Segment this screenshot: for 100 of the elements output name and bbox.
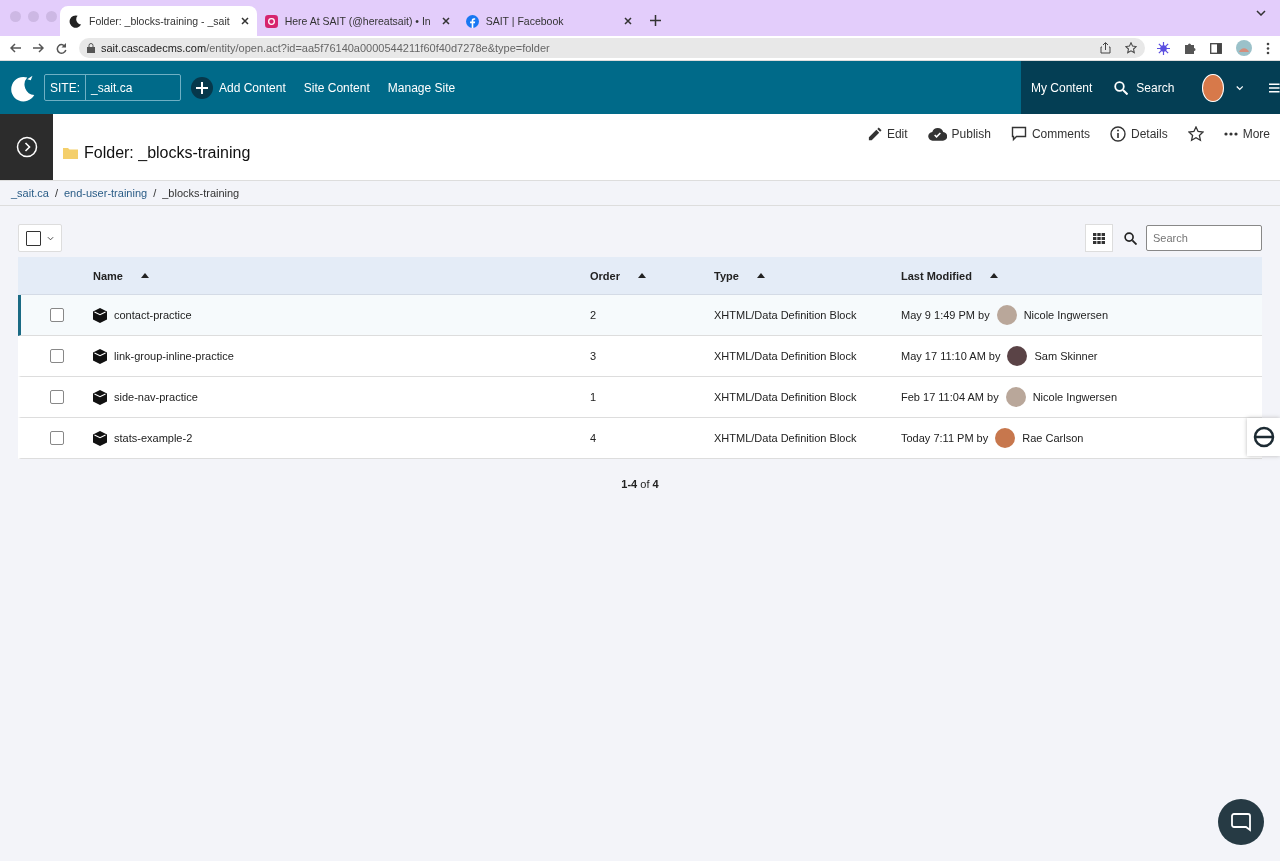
sort-arrow-icon[interactable] <box>989 273 998 278</box>
item-name[interactable]: side-nav-practice <box>114 391 198 403</box>
column-header[interactable]: Order <box>590 269 620 282</box>
table-cell-text: XHTML/Data Definition Block <box>714 350 858 362</box>
column-header[interactable]: Name <box>93 269 123 282</box>
back-icon[interactable] <box>10 43 21 53</box>
profile-avatar-icon[interactable] <box>1236 40 1252 56</box>
close-tab-icon[interactable] <box>240 17 249 25</box>
item-name[interactable]: stats-example-2 <box>114 432 193 444</box>
search-icon <box>1114 80 1129 95</box>
table-row[interactable]: side-nav-practice 1 XHTML/Data Definition Block Feb 17 11:04 AM by Nicole Ingwersen <box>18 377 1262 418</box>
browser-tab[interactable]: Folder: _blocks-training - _sait <box>60 6 257 36</box>
grid-view-button[interactable] <box>1085 224 1113 252</box>
plus-icon <box>196 81 208 94</box>
sun-icon[interactable] <box>1157 41 1170 55</box>
column-header[interactable]: Type <box>714 269 739 282</box>
close-tab-icon[interactable] <box>441 17 450 25</box>
modified-date: May 17 11:10 AM by <box>901 350 1001 362</box>
edit-action[interactable]: Edit <box>866 126 908 142</box>
breadcrumb-link[interactable]: end-user-training <box>64 187 148 199</box>
publish-action[interactable]: Publish <box>927 126 991 142</box>
page-title: Folder: _blocks-training <box>84 144 251 162</box>
star-icon[interactable] <box>1125 42 1137 54</box>
kebab-menu-icon[interactable] <box>1266 41 1270 55</box>
close-tab-icon[interactable] <box>623 17 632 25</box>
reload-icon[interactable] <box>56 42 67 54</box>
more-action[interactable]: More <box>1223 126 1270 142</box>
chat-icon <box>1231 812 1251 832</box>
breadcrumb-separator: / <box>54 187 58 199</box>
address-bar[interactable]: sait.cascadecms.com/entity/open.act?id=aa5f76140a0000544211f60f40d7278e&type=folder <box>79 38 1145 58</box>
side-widget[interactable] <box>1247 418 1280 456</box>
user-name: Nicole Ingwersen <box>1032 391 1117 403</box>
site-selector[interactable]: SITE: _sait.ca <box>44 74 181 101</box>
modified-date: May 9 1:49 PM by <box>901 309 990 321</box>
row-checkbox[interactable] <box>50 431 64 445</box>
item-name[interactable]: contact-practice <box>114 309 192 321</box>
circle-logo-icon <box>1252 426 1275 448</box>
folder-icon <box>63 147 78 159</box>
forward-icon[interactable] <box>33 43 44 53</box>
user-avatar <box>995 428 1016 448</box>
tab-title: SAIT | Facebook <box>485 15 565 27</box>
table-cell-text: XHTML/Data Definition Block <box>714 391 858 403</box>
user-avatar <box>1007 346 1028 366</box>
share-icon[interactable] <box>1100 42 1111 54</box>
table-row[interactable]: stats-example-2 4 XHTML/Data Definition Block Today 7:11 PM by Rae Carlson <box>18 418 1262 459</box>
tab-title: Folder: _blocks-training - _sait <box>89 15 230 27</box>
chevron-down-icon <box>47 235 54 241</box>
item-name[interactable]: link-group-inline-practice <box>114 350 234 362</box>
chevron-down-icon[interactable] <box>1256 10 1266 16</box>
search-icon[interactable] <box>1124 231 1137 245</box>
breadcrumb-separator: / <box>153 187 157 199</box>
comments-action[interactable]: Comments <box>1010 126 1090 142</box>
expand-sidebar-icon[interactable] <box>15 136 38 158</box>
menu-icon[interactable] <box>1269 81 1280 94</box>
chat-button[interactable] <box>1218 799 1264 845</box>
lock-icon <box>87 43 95 53</box>
table-cell-text: 4 <box>590 432 598 444</box>
row-checkbox[interactable] <box>50 308 64 322</box>
user-avatar <box>1005 387 1026 407</box>
table-cell-text: 1 <box>590 391 598 403</box>
table-row[interactable]: link-group-inline-practice 3 XHTML/Data Definition Block May 17 11:10 AM by Sam Skinner <box>18 336 1262 377</box>
browser-tab[interactable]: Here At SAIT (@hereatsait) • In <box>256 6 458 36</box>
cloud-check-icon <box>927 127 947 141</box>
browser-tab[interactable]: SAIT | Facebook <box>457 6 640 36</box>
info-icon <box>1109 126 1126 142</box>
user-name: Sam Skinner <box>1034 350 1098 362</box>
search-link[interactable]: Search <box>1114 80 1175 95</box>
details-action[interactable]: Details <box>1109 126 1168 142</box>
breadcrumb-link[interactable]: _sait.ca <box>11 187 49 199</box>
user-avatar[interactable] <box>1202 73 1224 102</box>
modified-date: Today 7:11 PM by <box>901 432 989 444</box>
table-cell-text: 3 <box>590 350 598 362</box>
table-cell-text: 2 <box>590 309 598 321</box>
pagination-summary: 1-4 of 4 <box>620 478 660 490</box>
breadcrumb-current: _blocks-training <box>162 187 240 199</box>
modified-date: Feb 17 11:04 AM by <box>901 391 999 403</box>
user-name: Rae Carlson <box>1022 432 1084 444</box>
sort-arrow-icon[interactable] <box>140 273 149 278</box>
new-tab-icon[interactable] <box>649 15 661 26</box>
grid-icon <box>1093 232 1105 244</box>
add-content-button[interactable]: Add Content <box>191 76 286 99</box>
table-row[interactable]: contact-practice 2 XHTML/Data Definition Block May 9 1:49 PM by Nicole Ingwersen <box>18 295 1262 336</box>
more-icon <box>1223 132 1238 136</box>
sort-arrow-icon[interactable] <box>756 273 765 278</box>
nav-link[interactable]: Site Content <box>303 80 370 95</box>
side-panel-icon[interactable] <box>1210 42 1222 54</box>
column-header[interactable]: Last Modified <box>901 269 972 282</box>
cube-icon <box>93 307 107 323</box>
select-all-dropdown[interactable] <box>18 224 62 252</box>
my-content-link[interactable]: My Content <box>1031 80 1093 95</box>
nav-link[interactable]: Manage Site <box>387 80 456 95</box>
user-name: Nicole Ingwersen <box>1023 309 1109 321</box>
puzzle-icon[interactable] <box>1184 42 1196 54</box>
sort-arrow-icon[interactable] <box>637 273 646 278</box>
crescent-logo-icon[interactable] <box>8 73 36 102</box>
row-checkbox[interactable] <box>50 349 64 363</box>
cube-icon <box>93 348 107 364</box>
row-checkbox[interactable] <box>50 390 64 404</box>
search-field[interactable]: Search <box>1146 225 1262 251</box>
star-icon[interactable] <box>1187 126 1204 142</box>
